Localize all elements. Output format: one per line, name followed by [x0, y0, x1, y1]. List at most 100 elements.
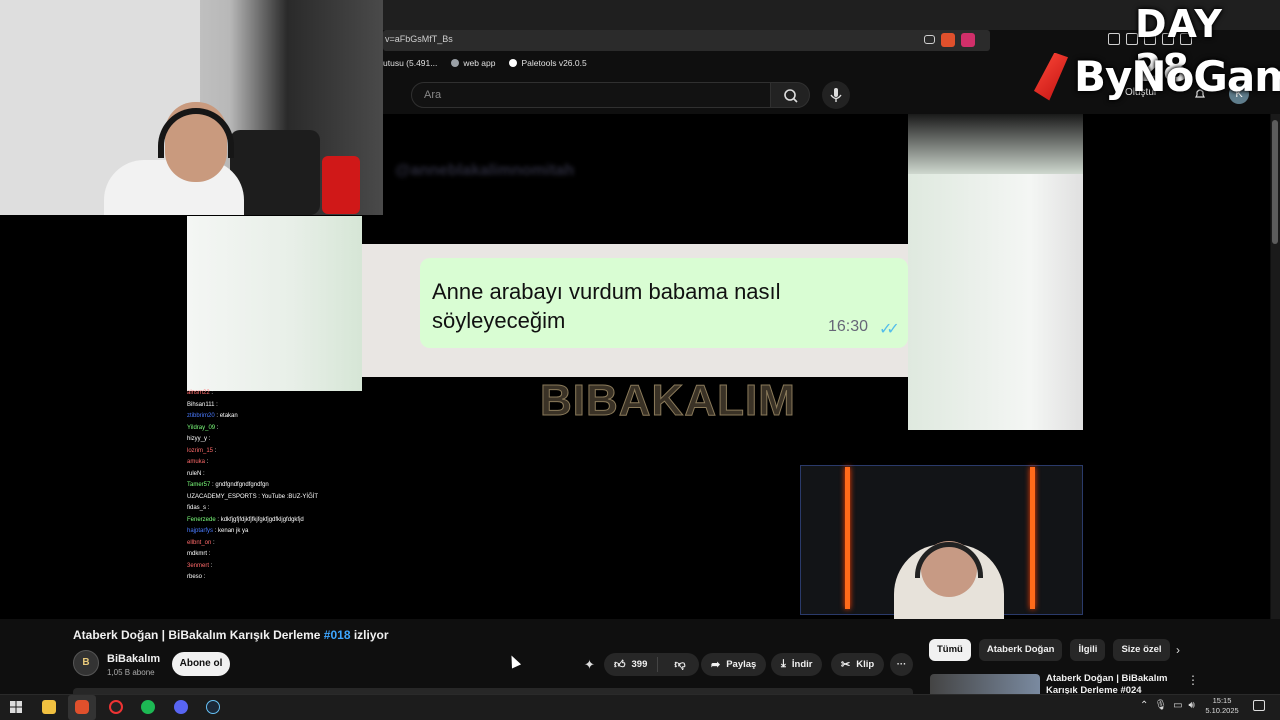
chat-user: ruleN — [187, 470, 202, 477]
brave-rewards-icon[interactable] — [961, 33, 975, 47]
chevron-up-icon[interactable]: ⌃ — [1140, 700, 1148, 711]
chat-user: ztibbrim20 — [187, 413, 215, 419]
chat-user: fidas_s — [187, 505, 207, 511]
brand-name: ByNoGame — [1074, 52, 1280, 101]
chip-related[interactable]: İlgili — [1070, 639, 1106, 661]
address-bar[interactable]: v=aFbGsMfT_Bs — [383, 30, 990, 51]
webcam-can — [322, 156, 360, 214]
chat-user: alnsm22 — [187, 390, 210, 396]
search-button[interactable] — [770, 82, 810, 108]
clip-button[interactable]: ✂ Klip — [831, 653, 885, 676]
chat-line: rbeso : — [187, 574, 206, 580]
chat-line: Yildray_09 : — [187, 424, 219, 431]
voice-search-button[interactable] — [822, 81, 850, 109]
scissors-icon: ✂ — [841, 659, 851, 671]
volume-icon[interactable]: 🔊︎ — [1189, 700, 1195, 711]
file-explorer-icon[interactable] — [42, 700, 56, 714]
chat-line: Fenerzede : kdkfjgfjfdjkfjfkjfgkfjgdfklj… — [187, 516, 304, 523]
mouse-cursor-icon — [506, 653, 522, 669]
chat-line: mdkmrt : — [187, 551, 211, 557]
page-scrollbar-thumb[interactable] — [1272, 120, 1278, 244]
chat-user: hizyy_y — [187, 436, 208, 442]
chat-user: mdkmrt — [187, 551, 207, 557]
channel-avatar[interactable]: B — [73, 650, 99, 676]
gem-icon[interactable]: ✦ — [584, 657, 595, 673]
taskbar-clock[interactable]: 15:15 5.10.2025 — [1202, 696, 1242, 716]
steam-icon[interactable] — [206, 700, 220, 714]
chevron-right-icon[interactable]: › — [1176, 643, 1180, 657]
brave-browser-icon[interactable] — [75, 700, 89, 714]
chat-user: lozrim_15 — [187, 447, 214, 454]
chat-user: Fenerzede — [187, 516, 216, 523]
obs-icon[interactable] — [109, 700, 123, 714]
dislike-button[interactable]: 👎︎ — [664, 658, 695, 671]
chat-line: 3enmert : — [187, 562, 213, 569]
video-blurred-right-top — [908, 114, 1083, 174]
like-dislike-group: 👍︎ 399 👎︎ — [604, 653, 699, 676]
bookmarks-bar: utusu (5.491... web app Paletools v26.0.… — [383, 55, 587, 71]
chip-ataberk[interactable]: Ataberk Doğan — [978, 639, 1063, 661]
chip-all[interactable]: Tümü — [929, 639, 971, 661]
blurred-handle: @anneblakalimnomitah — [395, 162, 575, 179]
thumbs-up-icon: 👍︎ — [614, 659, 626, 671]
microphone-tray-icon[interactable]: 🎙︎ — [1154, 700, 1167, 711]
video-watermark: BIBAKALIM — [540, 376, 796, 426]
more-icon: ··· — [896, 659, 907, 670]
chip-for-you[interactable]: Size özel — [1113, 639, 1170, 661]
chat-user: rbeso — [187, 574, 203, 580]
spotify-icon[interactable] — [141, 700, 155, 714]
more-actions-button[interactable]: ··· — [890, 653, 913, 676]
recommended-thumbnail[interactable] — [930, 674, 1040, 694]
stream-chat-log: alnsm22 : Bihsan111 : ztibbrim20 : etaka… — [187, 388, 362, 619]
extension-icon[interactable] — [1108, 33, 1120, 45]
bookmark-item[interactable]: web app — [451, 58, 495, 68]
chat-user: ellbnt_on — [187, 539, 212, 546]
chat-line: lozrim_15 : — [187, 447, 217, 454]
brave-shield-icon[interactable] — [941, 33, 955, 47]
video-title-main: Ataberk Doğan | BiBakalım Karışık Derlem… — [73, 628, 321, 642]
chat-user: Tamer57 — [187, 482, 211, 488]
search-icon — [784, 89, 798, 103]
clock-time: 15:15 — [1212, 696, 1232, 705]
video-blurred-left — [187, 216, 362, 391]
bookmark-item[interactable]: Paletools v26.0.5 — [509, 58, 587, 68]
read-ticks-icon: ✓✓ — [879, 321, 900, 338]
channel-name[interactable]: BiBakalım — [107, 653, 160, 665]
chat-user: amuka — [187, 459, 206, 465]
share-label: Paylaş — [726, 659, 757, 670]
chat-line: hizyy_y : — [187, 436, 211, 442]
subscribe-button[interactable]: Abone ol — [172, 652, 230, 676]
neon-light-left — [845, 467, 850, 609]
chat-line: ztibbrim20 : etakan — [187, 413, 238, 419]
more-vert-icon[interactable]: ⋮ — [1187, 673, 1199, 687]
webapp-icon — [451, 59, 460, 67]
notification-center-icon[interactable] — [1253, 700, 1265, 711]
chat-line: alnsm22 : — [187, 390, 214, 396]
clip-label: Klip — [856, 659, 875, 670]
discord-icon[interactable] — [174, 700, 188, 714]
chat-line: Tamer57 : gndfgndfgndfgndfgn — [187, 482, 269, 488]
share-button[interactable]: ➦ Paylaş — [701, 653, 767, 676]
chat-line: UZACADEMY_ESPORTS : YouTube :BUZ-YİĞİT — [187, 493, 319, 500]
windows-start-icon[interactable] — [10, 701, 22, 713]
download-button[interactable]: ⤓ İndir — [771, 653, 823, 676]
bookmark-item[interactable]: utusu (5.491... — [383, 58, 437, 68]
brand-mark-icon — [1034, 52, 1068, 101]
like-count: 399 — [631, 659, 648, 670]
search-input[interactable]: Ara — [411, 82, 771, 108]
chat-msg: YouTube :BUZ-YİĞİT — [261, 493, 319, 500]
hashtag-link[interactable]: #018 — [324, 628, 351, 642]
brand-logo: ByNoGame — [1034, 52, 1280, 101]
bookmark-label: web app — [463, 58, 496, 68]
chat-msg: etakan — [219, 413, 238, 419]
like-button[interactable]: 👍︎ 399 — [604, 657, 659, 672]
bookmark-label: utusu (5.491... — [383, 58, 438, 68]
system-tray: ⌃ 🎙︎ ▭ 🔊︎ — [1140, 700, 1195, 711]
chat-line: fidas_s : — [187, 505, 210, 511]
network-icon[interactable]: ▭ — [1173, 700, 1182, 711]
chat-message-time: 16:30 — [828, 318, 869, 335]
microphone-icon — [830, 88, 842, 102]
screen-cast-icon[interactable] — [924, 35, 935, 44]
chat-message-text: Anne arabayı vurdum babama nasıl söyleye… — [432, 279, 781, 333]
chat-user: hajptarfys — [187, 528, 214, 534]
